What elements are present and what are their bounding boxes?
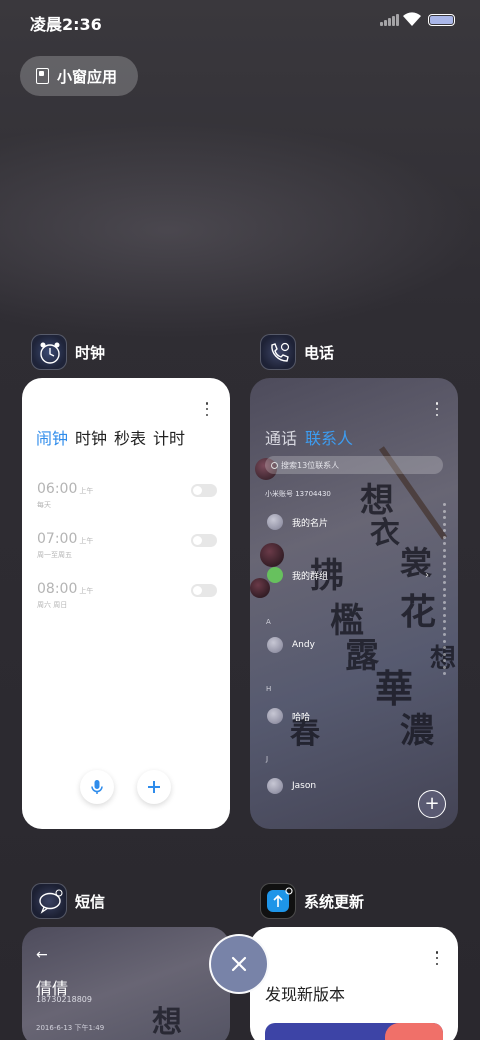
contact-name: 我的名片 xyxy=(292,518,329,529)
tab-calls[interactable]: 通话 xyxy=(265,425,297,449)
alarm-toggle[interactable] xyxy=(191,584,217,597)
back-arrow-icon[interactable]: ← xyxy=(36,947,48,963)
alarm-item[interactable]: 06:00 上午 每天 xyxy=(37,478,217,510)
clock-app-icon xyxy=(31,334,67,370)
more-options-icon[interactable] xyxy=(205,402,209,416)
alphabet-index-bar[interactable] xyxy=(443,503,447,675)
system-update-app-card[interactable]: 发现新版本 xyxy=(250,927,458,1040)
chevron-right-icon: › xyxy=(425,570,429,581)
microphone-icon xyxy=(91,780,103,794)
alarm-time: 08:00 xyxy=(37,581,78,597)
alarm-ampm: 上午 xyxy=(79,537,94,545)
avatar xyxy=(267,637,283,653)
plus-icon xyxy=(148,781,160,793)
update-app-name: 系统更新 xyxy=(304,892,365,911)
status-time: 凌晨2:36 xyxy=(30,15,102,34)
contact-item[interactable]: 我的群组 xyxy=(267,567,328,583)
clock-app-name: 时钟 xyxy=(75,343,106,362)
more-options-icon[interactable] xyxy=(435,402,439,416)
alarm-ampm: 上午 xyxy=(79,587,94,595)
add-alarm-button[interactable] xyxy=(137,770,171,804)
phone-app-header[interactable]: 电话 xyxy=(260,334,334,370)
alarm-toggle[interactable] xyxy=(191,534,217,547)
more-options-icon[interactable] xyxy=(435,951,439,965)
status-bar: 凌晨2:36 xyxy=(0,0,480,44)
sms-message-date: 2016-6-13 下午1:49 xyxy=(36,1024,105,1032)
sms-app-name: 短信 xyxy=(75,892,106,911)
alarm-ampm: 上午 xyxy=(79,487,94,495)
voice-alarm-button[interactable] xyxy=(80,770,114,804)
contact-name: 我的群组 xyxy=(292,571,329,582)
alarm-item[interactable]: 08:00 上午 周六 周日 xyxy=(37,578,217,610)
clock-app-card[interactable]: 闹钟 时钟 秒表 计时 06:00 上午 每天 07:00 上午 周一至周五 08:… xyxy=(22,378,230,829)
contact-item[interactable]: Andy xyxy=(267,637,315,653)
group-avatar-icon xyxy=(267,567,283,583)
system-update-app-icon xyxy=(260,883,296,919)
clock-tabs: 闹钟 时钟 秒表 计时 xyxy=(36,425,185,449)
sms-app-header[interactable]: 短信 xyxy=(31,883,105,919)
contact-item[interactable]: 我的名片 xyxy=(267,514,328,530)
small-window-icon xyxy=(36,68,49,84)
phone-tabs: 通话 联系人 xyxy=(265,425,353,449)
phone-app-card[interactable]: 想 衣 裳 拂 花 檻 露 華 濃 春 想 通话 联系人 搜索13位联系人 小米… xyxy=(250,378,458,829)
section-header: H xyxy=(266,685,272,693)
alarm-time: 06:00 xyxy=(37,481,78,497)
section-header: A xyxy=(266,618,271,626)
battery-icon xyxy=(428,14,455,26)
avatar xyxy=(267,514,283,530)
close-icon xyxy=(231,956,247,972)
alarm-repeat: 每天 xyxy=(37,501,51,509)
tab-contacts[interactable]: 联系人 xyxy=(305,425,353,449)
avatar xyxy=(267,778,283,794)
update-title: 发现新版本 xyxy=(265,985,346,1004)
tab-stopwatch[interactable]: 秒表 xyxy=(114,425,146,449)
phone-app-name: 电话 xyxy=(304,343,335,362)
alarm-item[interactable]: 07:00 上午 周一至周五 xyxy=(37,528,217,560)
calligraphy-wallpaper: 想 xyxy=(152,1005,182,1040)
contact-name: 哈哈 xyxy=(292,712,311,723)
avatar xyxy=(267,708,283,724)
small-window-label: 小窗应用 xyxy=(57,67,118,86)
alarm-time: 07:00 xyxy=(37,531,78,547)
wifi-icon xyxy=(403,12,421,26)
background-blur xyxy=(0,120,480,340)
signal-icon xyxy=(380,14,399,26)
search-placeholder: 搜索13位联系人 xyxy=(281,460,340,470)
alarm-repeat: 周六 周日 xyxy=(37,601,68,609)
contact-item[interactable]: Jason xyxy=(267,778,316,794)
clear-all-apps-button[interactable] xyxy=(209,934,269,994)
contacts-search-field[interactable]: 搜索13位联系人 xyxy=(265,456,443,474)
sms-app-card[interactable]: 想 ← 倩倩 18730218809 2016-6-13 下午1:49 xyxy=(22,927,230,1040)
phone-app-icon xyxy=(260,334,296,370)
alarm-repeat: 周一至周五 xyxy=(37,551,72,559)
account-selector[interactable]: 小米账号 13704430 xyxy=(265,489,331,499)
tab-clock[interactable]: 时钟 xyxy=(75,425,107,449)
contact-name: Andy xyxy=(292,640,315,650)
tab-alarm[interactable]: 闹钟 xyxy=(36,425,68,449)
search-icon xyxy=(271,461,278,469)
add-contact-button[interactable]: + xyxy=(418,790,446,818)
tab-timer[interactable]: 计时 xyxy=(153,425,185,449)
update-app-header[interactable]: 系统更新 xyxy=(260,883,364,919)
alarm-toggle[interactable] xyxy=(191,484,217,497)
update-banner-image xyxy=(265,1023,443,1040)
contact-name: Jason xyxy=(292,781,317,791)
sms-contact-number: 18730218809 xyxy=(36,995,92,1004)
small-window-apps-button[interactable]: 小窗应用 xyxy=(20,56,138,96)
plus-icon: + xyxy=(424,793,440,814)
clock-app-header[interactable]: 时钟 xyxy=(31,334,105,370)
sms-app-icon xyxy=(31,883,67,919)
contact-item[interactable]: 哈哈 xyxy=(267,708,310,724)
section-header: J xyxy=(266,755,269,763)
